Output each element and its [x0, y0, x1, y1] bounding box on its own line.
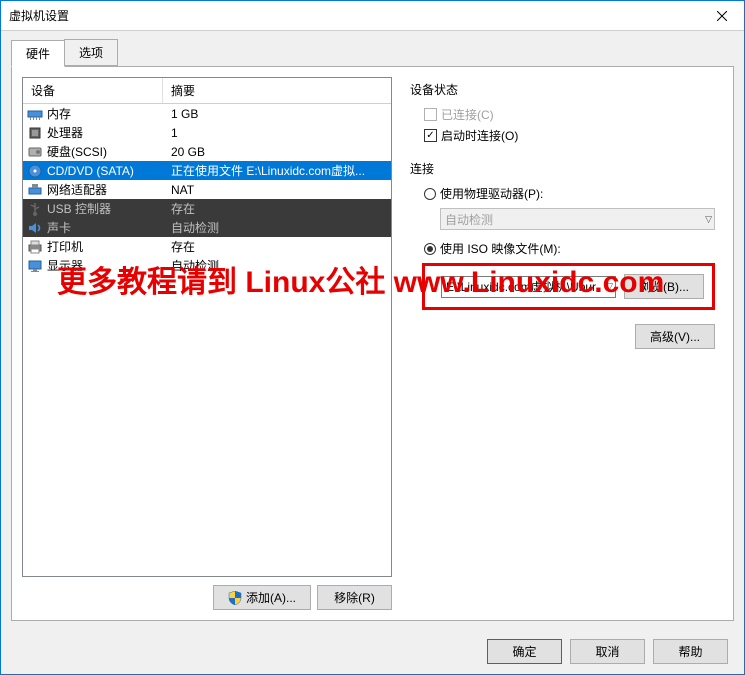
device-row[interactable]: USB 控制器 存在: [23, 199, 391, 218]
connected-label: 已连接(C): [441, 106, 494, 123]
connect-on-start-row[interactable]: ✓ 启动时连接(O): [410, 125, 715, 146]
advanced-button[interactable]: 高级(V)...: [635, 324, 715, 349]
device-summary: 自动检测: [163, 219, 391, 236]
connect-on-start-checkbox[interactable]: ✓: [424, 129, 437, 142]
device-row[interactable]: 显示器 自动检测: [23, 256, 391, 275]
device-summary: 20 GB: [163, 145, 391, 159]
device-name: 显示器: [47, 257, 83, 274]
iso-file-radio[interactable]: [424, 243, 436, 255]
help-button[interactable]: 帮助: [653, 639, 728, 664]
physical-drive-label: 使用物理驱动器(P):: [440, 185, 543, 202]
add-button[interactable]: 添加(A)...: [213, 585, 311, 610]
device-row[interactable]: 网络适配器 NAT: [23, 180, 391, 199]
iso-path-text: E:\Linuxidc.com虚拟机\Ubur: [446, 278, 596, 295]
physical-drive-combo-row: 自动检测 ▽: [410, 208, 715, 230]
device-summary: 正在使用文件 E:\Linuxidc.com虚拟...: [163, 162, 391, 179]
device-name: CD/DVD (SATA): [47, 164, 134, 178]
device-name: USB 控制器: [47, 200, 111, 217]
ok-button[interactable]: 确定: [487, 639, 562, 664]
connected-checkbox: [424, 108, 437, 121]
iso-file-label: 使用 ISO 映像文件(M):: [440, 240, 561, 257]
device-status-group: 设备状态 已连接(C) ✓ 启动时连接(O): [410, 81, 715, 146]
tabs: 硬件 选项: [11, 39, 744, 66]
memory-icon: [27, 106, 43, 122]
header-summary[interactable]: 摘要: [163, 78, 391, 103]
physical-drive-combo: 自动检测 ▽: [440, 208, 715, 230]
tab-options[interactable]: 选项: [64, 39, 118, 66]
sound-icon: [27, 220, 43, 236]
left-panel: 设备 摘要 内存 1 GB 处理器 1 硬盘(SCSI) 20 GB CD/DV…: [22, 77, 392, 610]
dialog-footer: 确定 取消 帮助: [1, 629, 744, 674]
printer-icon: [27, 239, 43, 255]
device-summary: 存在: [163, 200, 391, 217]
cpu-icon: [27, 125, 43, 141]
tab-content: 更多教程请到 Linux公社 www.Linuxidc.com 设备 摘要 内存…: [11, 66, 734, 621]
iso-file-row[interactable]: 使用 ISO 映像文件(M):: [410, 238, 715, 259]
device-name: 处理器: [47, 124, 83, 141]
remove-button[interactable]: 移除(R): [317, 585, 392, 610]
titlebar: 虚拟机设置: [1, 1, 744, 31]
chevron-down-icon: ▽: [705, 214, 712, 225]
device-name: 打印机: [47, 238, 83, 255]
cancel-button[interactable]: 取消: [570, 639, 645, 664]
header-device[interactable]: 设备: [23, 78, 163, 103]
device-row[interactable]: 内存 1 GB: [23, 104, 391, 123]
cd-icon: [27, 163, 43, 179]
add-label: 添加(A)...: [246, 589, 296, 606]
device-summary: 1 GB: [163, 107, 391, 121]
tab-hardware[interactable]: 硬件: [11, 40, 65, 67]
device-summary: 1: [163, 126, 391, 140]
device-row[interactable]: 处理器 1: [23, 123, 391, 142]
advanced-row: 高级(V)...: [410, 324, 715, 349]
device-summary: 自动检测: [163, 257, 391, 274]
chevron-down-icon[interactable]: ▽: [606, 281, 613, 292]
network-icon: [27, 182, 43, 198]
device-summary: NAT: [163, 183, 391, 197]
right-panel: 设备状态 已连接(C) ✓ 启动时连接(O) 连接 使用物理驱动器(P):: [402, 77, 723, 610]
device-list: 设备 摘要 内存 1 GB 处理器 1 硬盘(SCSI) 20 GB CD/DV…: [22, 77, 392, 577]
device-name: 网络适配器: [47, 181, 107, 198]
status-title: 设备状态: [410, 81, 715, 98]
connection-title: 连接: [410, 160, 715, 177]
table-header: 设备 摘要: [23, 78, 391, 104]
connected-row: 已连接(C): [410, 104, 715, 125]
device-row[interactable]: 声卡 自动检测: [23, 218, 391, 237]
physical-drive-radio[interactable]: [424, 188, 436, 200]
iso-path-combo[interactable]: E:\Linuxidc.com虚拟机\Ubur ▽: [441, 276, 616, 298]
device-summary: 存在: [163, 238, 391, 255]
browse-button[interactable]: 浏览(B)...: [624, 274, 704, 299]
device-row[interactable]: CD/DVD (SATA) 正在使用文件 E:\Linuxidc.com虚拟..…: [23, 161, 391, 180]
left-buttons: 添加(A)... 移除(R): [22, 585, 392, 610]
device-row[interactable]: 打印机 存在: [23, 237, 391, 256]
device-name: 声卡: [47, 219, 71, 236]
usb-icon: [27, 201, 43, 217]
device-row[interactable]: 硬盘(SCSI) 20 GB: [23, 142, 391, 161]
device-name: 硬盘(SCSI): [47, 143, 107, 160]
close-icon: [717, 11, 727, 21]
device-name: 内存: [47, 105, 71, 122]
iso-path-row: E:\Linuxidc.com虚拟机\Ubur ▽ 浏览(B)...: [433, 274, 704, 299]
connect-on-start-label: 启动时连接(O): [441, 127, 518, 144]
window-title: 虚拟机设置: [1, 7, 69, 24]
connection-group: 连接 使用物理驱动器(P): 自动检测 ▽ 使用 ISO 映像文件(M):: [410, 160, 715, 310]
physical-drive-row[interactable]: 使用物理驱动器(P):: [410, 183, 715, 204]
auto-detect-text: 自动检测: [445, 211, 493, 228]
vm-settings-dialog: 虚拟机设置 硬件 选项 更多教程请到 Linux公社 www.Linuxidc.…: [0, 0, 745, 675]
highlight-box: E:\Linuxidc.com虚拟机\Ubur ▽ 浏览(B)...: [422, 263, 715, 310]
shield-icon: [228, 591, 242, 605]
display-icon: [27, 258, 43, 274]
disk-icon: [27, 144, 43, 160]
close-button[interactable]: [699, 1, 744, 30]
